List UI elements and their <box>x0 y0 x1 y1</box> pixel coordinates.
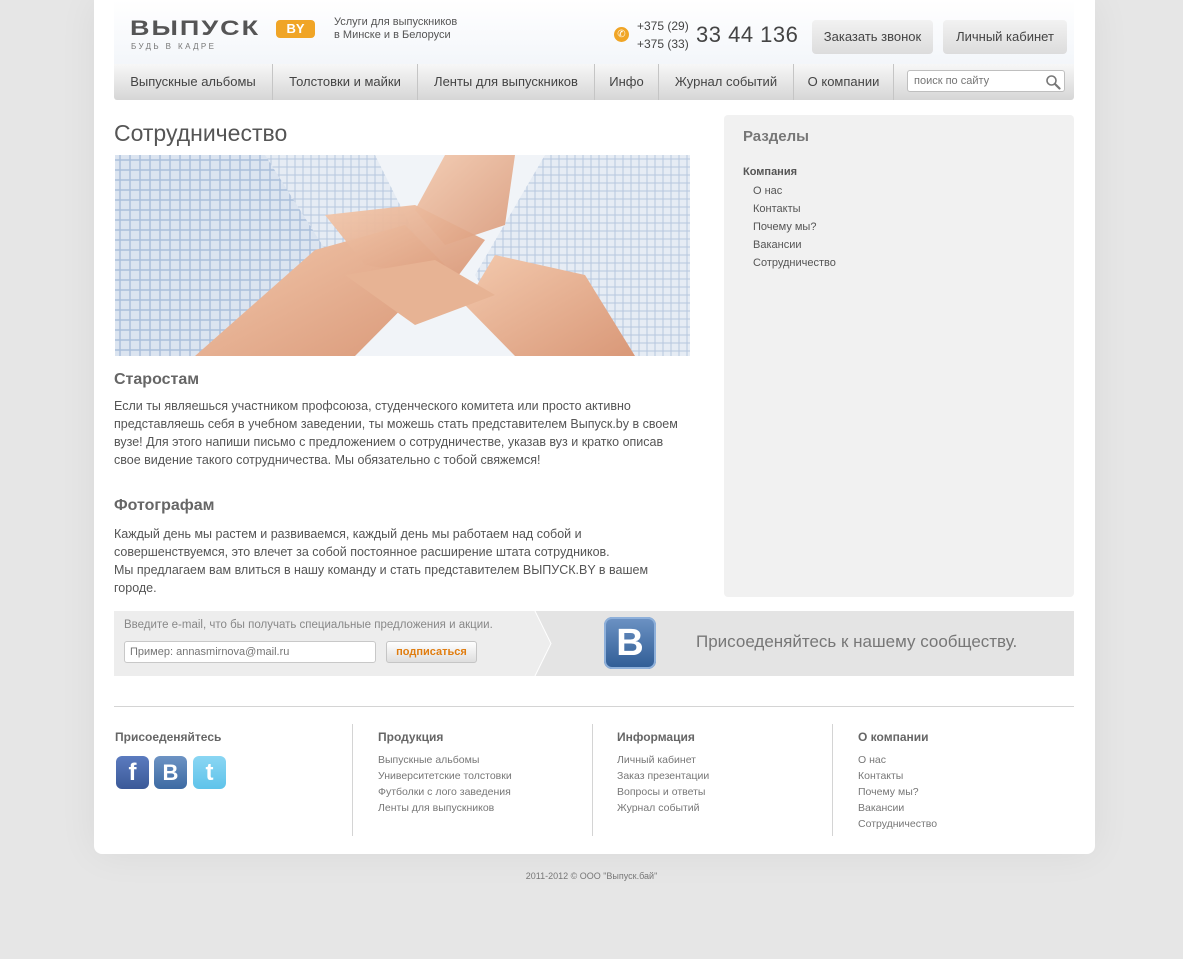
footer-link[interactable]: Вопросы и ответы <box>617 786 705 798</box>
slogan-line: в Минске и в Белоруси <box>334 29 451 41</box>
logo-badge: BY <box>276 20 315 38</box>
section-title-starostam: Старостам <box>114 371 200 388</box>
sidebar-item-why-us[interactable]: Почему мы? <box>753 221 816 233</box>
search-box <box>907 70 1065 92</box>
footer-link[interactable]: Заказ презентации <box>617 770 709 782</box>
footer-separator <box>592 724 593 836</box>
footer-link[interactable]: Выпускные альбомы <box>378 754 479 766</box>
nav-item-hoodies[interactable]: Толстовки и майки <box>273 64 418 100</box>
phone-number: 33 44 136 <box>696 22 799 47</box>
email-field[interactable] <box>124 641 376 663</box>
vk-icon[interactable]: B <box>604 617 656 669</box>
section-text-photographers: Каждый день мы растем и развиваемся, каж… <box>114 527 610 559</box>
footer-link[interactable]: Журнал событий <box>617 802 700 814</box>
community-text[interactable]: Присоеденяйтесь к нашему сообществу. <box>696 632 1017 652</box>
sidebar-item-vacancies[interactable]: Вакансии <box>753 239 802 251</box>
personal-cabinet-button[interactable]: Личный кабинет <box>943 20 1067 54</box>
footer-link[interactable]: Вакансии <box>858 802 904 814</box>
footer-link[interactable]: Футболки с лого заведения <box>378 786 511 798</box>
subscribe-form: Введите e-mail, что бы получать специаль… <box>114 611 532 676</box>
footer-divider <box>114 706 1074 707</box>
nav-item-ribbons[interactable]: Ленты для выпускников <box>418 64 595 100</box>
sidebar-item-about[interactable]: О нас <box>753 185 782 197</box>
hands-together-illustration <box>115 155 690 356</box>
phone-code: +375 (33) <box>637 37 689 51</box>
copyright: 2011-2012 © ООО "Выпуск.бай" <box>525 871 658 881</box>
footer-link[interactable]: Университетские толстовки <box>378 770 512 782</box>
footer-separator <box>832 724 833 836</box>
page-title: Сотрудничество <box>114 120 288 146</box>
sidebar-item-cooperation[interactable]: Сотрудничество <box>753 257 836 269</box>
header-slogan: Услуги для выпускников в Минске и в Бело… <box>334 16 494 42</box>
subscribe-hint: Введите e-mail, что бы получать специаль… <box>124 619 493 631</box>
footer-join-title: Присоеденяйтесь <box>115 730 222 744</box>
footer-separator <box>352 724 353 836</box>
phone-codes: +375 (29) +375 (33) <box>637 17 689 53</box>
nav-item-company[interactable]: О компании <box>794 64 894 100</box>
section-title-photographers: Фотографам <box>114 497 215 514</box>
search-icon[interactable] <box>1045 74 1061 90</box>
phone-icon: ✆ <box>614 27 629 42</box>
sidebar-group-company[interactable]: Компания <box>743 166 797 178</box>
sidebar-title: Разделы <box>743 128 809 145</box>
header: ВЫПУСК BY БУДЬ В КАДРЕ Услуги для выпуск… <box>114 0 1074 64</box>
subscribe-bar: Введите e-mail, что бы получать специаль… <box>114 611 1074 676</box>
footer-products-title: Продукция <box>378 730 444 744</box>
nav-item-events[interactable]: Журнал событий <box>659 64 794 100</box>
search-input[interactable] <box>914 73 1042 89</box>
footer-link[interactable]: О нас <box>858 754 886 766</box>
footer-link[interactable]: Сотрудничество <box>858 818 937 830</box>
slogan-line: Услуги для выпускников <box>334 16 458 28</box>
divider-arrow <box>532 611 552 676</box>
subscribe-button[interactable]: подписаться <box>386 641 477 663</box>
sidebar-item-contacts[interactable]: Контакты <box>753 203 801 215</box>
section-text-photographers-2: Мы предлагаем вам влиться в нашу команду… <box>114 563 649 595</box>
section-text-starostam: Если ты являешься участником профсоюза, … <box>114 399 678 467</box>
footer-link[interactable]: Ленты для выпускников <box>378 802 494 814</box>
hero-image <box>115 155 690 356</box>
nav-item-albums[interactable]: Выпускные альбомы <box>114 64 273 100</box>
phone-code: +375 (29) <box>637 19 689 33</box>
nav-item-info[interactable]: Инфо <box>595 64 659 100</box>
footer-company-title: О компании <box>858 730 929 744</box>
logo[interactable]: ВЫПУСК <box>130 18 260 39</box>
sidebar: Разделы Компания О нас Контакты Почему м… <box>724 115 1074 597</box>
facebook-icon[interactable]: f <box>116 756 149 789</box>
logo-tagline: БУДЬ В КАДРЕ <box>131 42 217 51</box>
footer-link[interactable]: Контакты <box>858 770 903 782</box>
request-call-button[interactable]: Заказать звонок <box>812 20 933 54</box>
footer-link[interactable]: Личный кабинет <box>617 754 696 766</box>
vk-icon[interactable]: B <box>154 756 187 789</box>
footer-info-title: Информация <box>617 730 695 744</box>
main-nav: Выпускные альбомы Толстовки и майки Лент… <box>114 64 1074 100</box>
footer-link[interactable]: Почему мы? <box>858 786 919 798</box>
twitter-icon[interactable]: t <box>193 756 226 789</box>
